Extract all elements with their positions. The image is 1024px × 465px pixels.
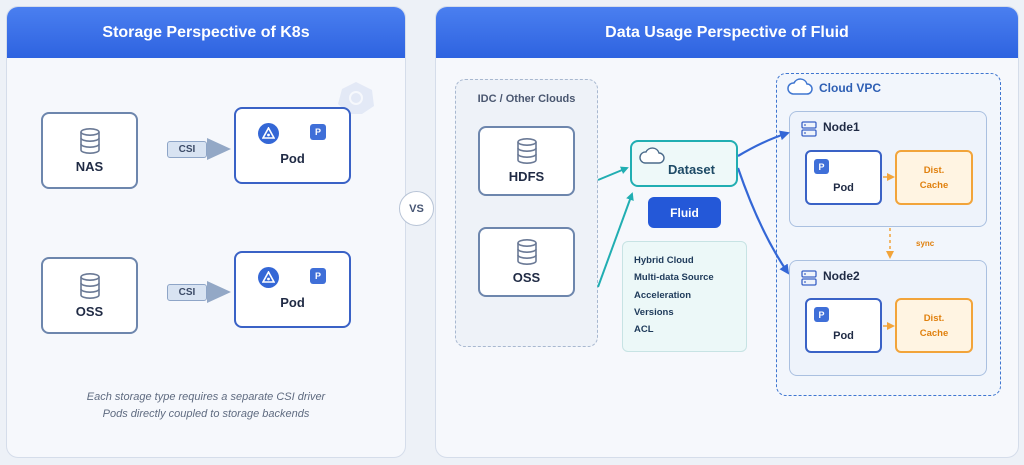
connection-arrows bbox=[597, 130, 895, 330]
oss-to-dataset-arrow bbox=[597, 192, 634, 288]
dataset-label: Dataset bbox=[668, 162, 715, 177]
cloud-icon bbox=[639, 147, 665, 164]
fluid-badge: Fluid bbox=[648, 197, 721, 228]
dataset-box: Dataset bbox=[630, 140, 738, 187]
dataset-to-node1-arrow bbox=[737, 130, 790, 157]
dataset-to-node2-arrow bbox=[736, 167, 790, 275]
hdfs-to-dataset-arrow bbox=[597, 166, 629, 181]
